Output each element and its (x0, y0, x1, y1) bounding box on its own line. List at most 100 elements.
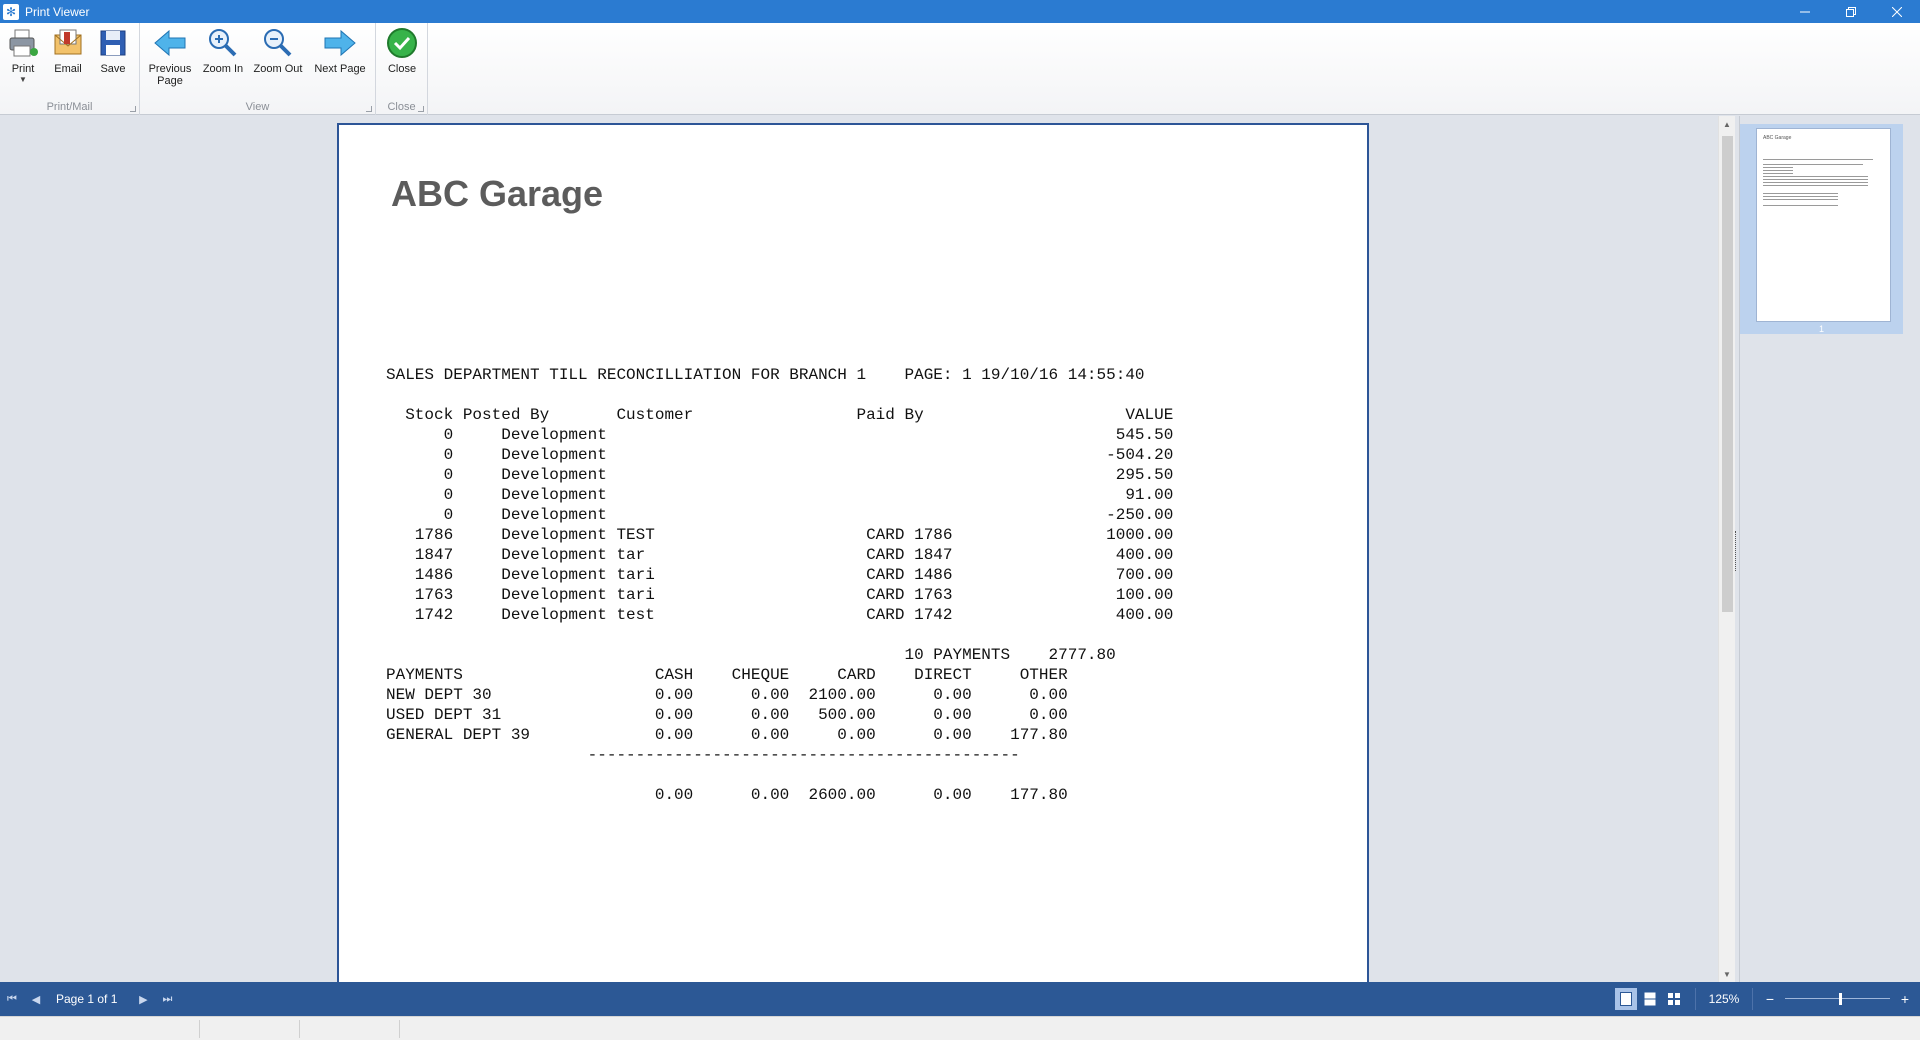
minimize-icon (1800, 11, 1810, 12)
arrow-right-icon (323, 26, 357, 60)
thumbnail-pane: ABC Garage 1 (1739, 116, 1920, 982)
close-button[interactable]: Close (382, 26, 422, 75)
page-navigation-bar: ⏮ ◀ Page 1 of 1 ▶ ⏭ 125% − + (0, 982, 1920, 1016)
zoom-slider[interactable] (1785, 988, 1890, 1010)
thumbnail-line (1763, 159, 1873, 160)
report-line: 1763 Development tari CARD 1763 100.00 (386, 586, 1174, 604)
report-line: NEW DEPT 30 0.00 0.00 2100.00 0.00 0.00 (386, 686, 1068, 704)
continuous-view-button[interactable] (1639, 988, 1661, 1010)
dialog-launcher-icon[interactable] (130, 106, 136, 112)
restore-icon (1846, 6, 1856, 17)
report-line: PAYMENTS CASH CHEQUE CARD DIRECT OTHER (386, 666, 1068, 684)
next-page-button[interactable]: Next Page (310, 26, 370, 75)
report-line: SALES DEPARTMENT TILL RECONCILLIATION FO… (386, 366, 1145, 384)
window-title: Print Viewer (25, 4, 90, 19)
thumbnail-line (1763, 173, 1793, 174)
report-line (386, 765, 1173, 785)
thumbnail-title: ABC Garage (1763, 135, 1792, 141)
page-indicator: Page 1 of 1 (56, 992, 118, 1006)
report-line: 1486 Development tari CARD 1486 700.00 (386, 566, 1174, 584)
report-line: 10 PAYMENTS 2777.80 (386, 646, 1116, 664)
document-viewer[interactable]: ABC Garage SALES DEPARTMENT TILL RECONCI… (0, 116, 1720, 982)
status-bar (0, 1016, 1920, 1040)
report-line: 1786 Development TEST CARD 1786 1000.00 (386, 526, 1174, 544)
report-line: Stock Posted By Customer Paid By VALUE (386, 406, 1174, 424)
report-line: ----------------------------------------… (386, 746, 1020, 764)
thumbnail-line (1763, 193, 1838, 194)
report-company-title: ABC Garage (391, 173, 604, 214)
thumbnail-line (1763, 199, 1838, 200)
scroll-down-icon[interactable]: ▼ (1719, 966, 1735, 982)
report-page: ABC Garage SALES DEPARTMENT TILL RECONCI… (337, 123, 1369, 982)
report-line: 1742 Development test CARD 1742 400.00 (386, 606, 1174, 624)
page-thumbnail[interactable]: ABC Garage 1 (1740, 124, 1903, 334)
dialog-launcher-icon[interactable] (366, 106, 372, 112)
report-line (386, 625, 1173, 645)
zoom-slider-track (1785, 998, 1890, 999)
thumbnail-page-number: 1 (1818, 324, 1824, 334)
zoom-in-icon (206, 26, 240, 60)
snowflake-icon: ✻ (3, 3, 19, 20)
status-cell (300, 1020, 400, 1038)
group-label-view: View (245, 101, 270, 113)
thumbnail-line (1763, 164, 1863, 165)
report-line: 0 Development -504.20 (386, 446, 1174, 464)
close-icon (1892, 6, 1902, 17)
single-page-view-button[interactable] (1615, 988, 1637, 1010)
close-window-button[interactable] (1874, 0, 1920, 23)
floppy-disk-icon (96, 26, 130, 60)
thumbnail-line (1763, 167, 1793, 168)
thumbnail-line (1763, 179, 1868, 180)
status-cell (0, 1020, 200, 1038)
email-icon (51, 26, 85, 60)
printer-icon (6, 26, 40, 60)
zoom-minus-button[interactable]: − (1761, 991, 1779, 1007)
zoom-level-label[interactable]: 125% (1695, 988, 1753, 1010)
view-controls: 125% − + (1615, 982, 1920, 1016)
arrow-left-icon (153, 26, 187, 60)
first-page-icon[interactable]: ⏮ (0, 987, 24, 1011)
multi-page-view-button[interactable] (1663, 988, 1685, 1010)
zoom-slider-thumb[interactable] (1839, 993, 1842, 1005)
save-button[interactable]: Save (94, 26, 132, 75)
scrollbar-thumb[interactable] (1722, 136, 1733, 612)
report-line: USED DEPT 31 0.00 0.00 500.00 0.00 0.00 (386, 706, 1068, 724)
thumbnail-line (1763, 205, 1838, 206)
title-bar: ✻ Print Viewer (0, 0, 1920, 23)
thumbnail-line (1763, 182, 1868, 183)
report-line: 0 Development -250.00 (386, 506, 1174, 524)
thumbnail-line (1763, 196, 1838, 197)
prev-page-icon[interactable]: ◀ (24, 987, 48, 1011)
report-line (386, 385, 1173, 405)
status-cell (200, 1020, 300, 1038)
minimize-button[interactable] (1782, 0, 1828, 23)
report-line: 0.00 0.00 2600.00 0.00 177.80 (386, 786, 1068, 804)
email-button[interactable]: Email (48, 26, 88, 75)
zoom-plus-button[interactable]: + (1896, 991, 1914, 1007)
restore-button[interactable] (1828, 0, 1874, 23)
scroll-up-icon[interactable]: ▲ (1719, 116, 1735, 132)
report-line: 1847 Development tar CARD 1847 400.00 (386, 546, 1174, 564)
last-page-icon[interactable]: ⏭ (155, 987, 179, 1011)
continuous-pages-icon (1644, 992, 1656, 1006)
print-button[interactable]: Print ▼ (4, 26, 42, 84)
zoom-in-button[interactable]: Zoom In (200, 26, 246, 75)
ribbon-toolbar: Print ▼ Email Save Print/Mail Previous P… (0, 23, 1920, 115)
ribbon-group-close: Close Close (376, 23, 428, 115)
splitter-grip-icon[interactable] (1735, 531, 1738, 571)
next-page-icon[interactable]: ▶ (131, 987, 155, 1011)
window-controls (1782, 0, 1920, 23)
dialog-launcher-icon[interactable] (418, 106, 424, 112)
single-page-icon (1620, 992, 1632, 1006)
check-circle-icon (385, 26, 419, 60)
report-line: 0 Development 545.50 (386, 426, 1174, 444)
previous-page-button[interactable]: Previous Page (146, 26, 194, 87)
thumbnail-line (1763, 170, 1793, 171)
ribbon-group-print-mail: Print ▼ Email Save Print/Mail (0, 23, 140, 115)
report-line: 0 Development 295.50 (386, 466, 1174, 484)
vertical-scrollbar[interactable]: ▲ ▼ (1718, 116, 1735, 982)
thumbnail-line (1763, 176, 1868, 177)
thumbnail-line (1763, 185, 1868, 186)
zoom-out-button[interactable]: Zoom Out (250, 26, 306, 75)
report-body: SALES DEPARTMENT TILL RECONCILLIATION FO… (386, 365, 1173, 805)
